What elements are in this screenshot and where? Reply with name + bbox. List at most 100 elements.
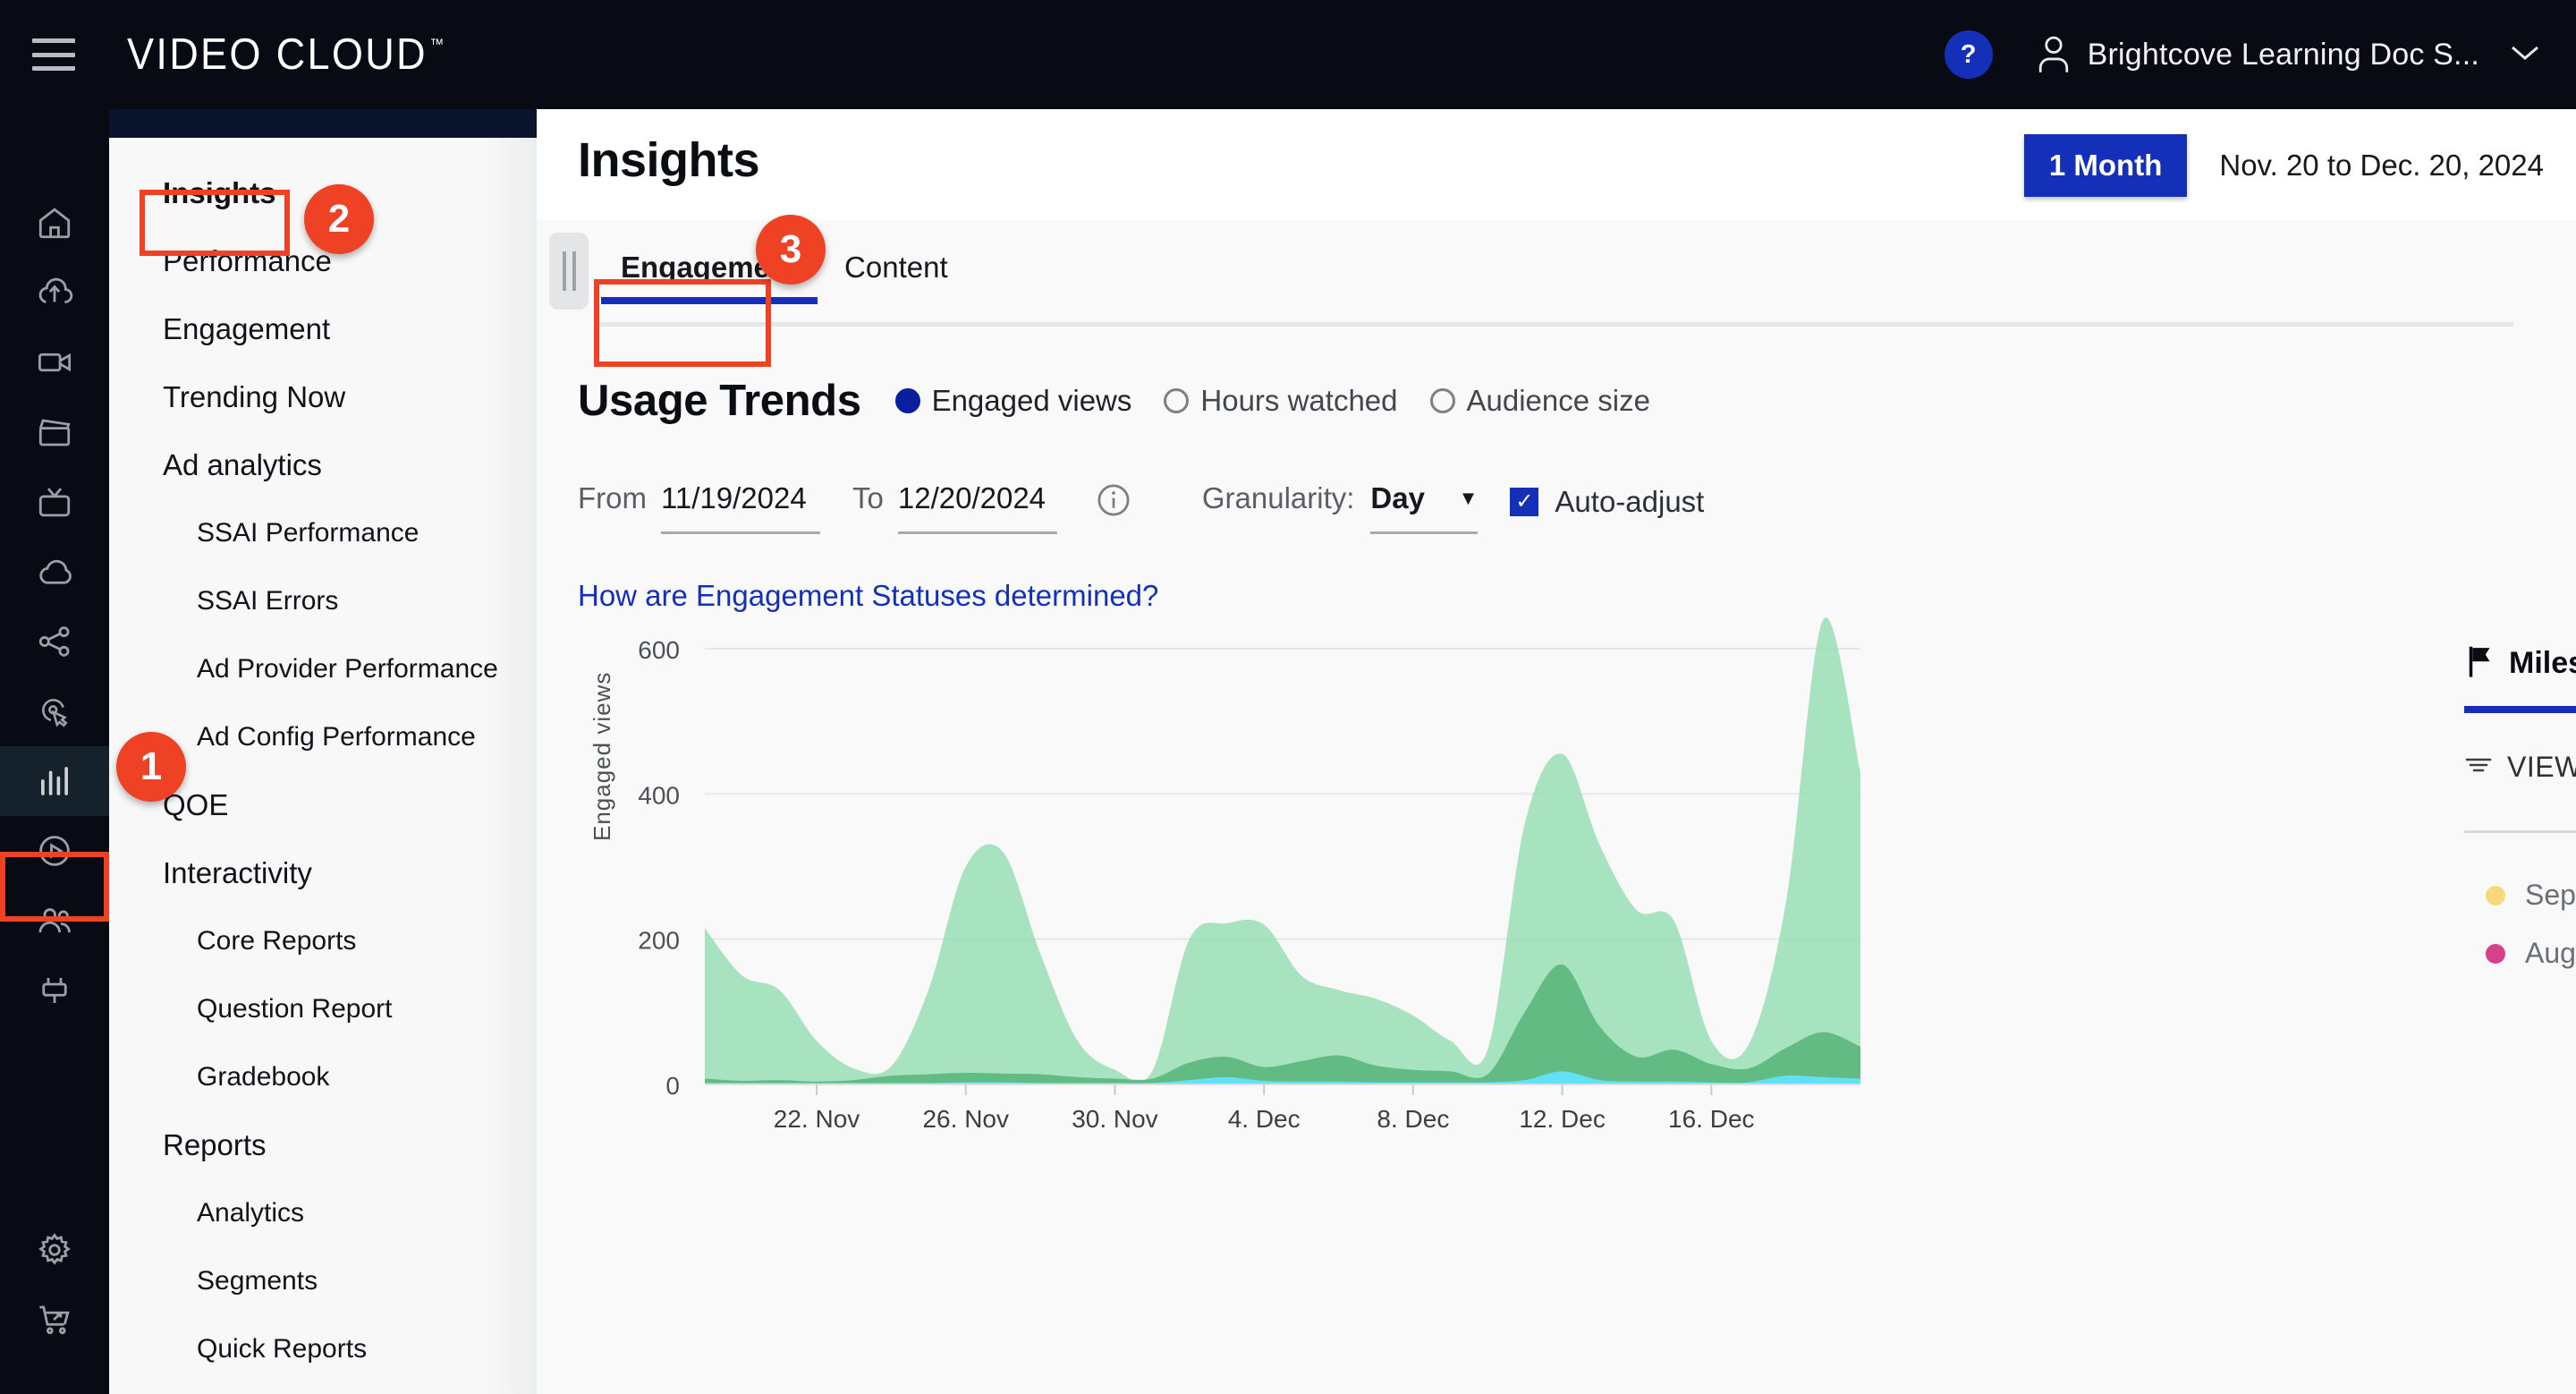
top-bar: VIDEO CLOUD ™ ? Brightcove Learning Doc S… xyxy=(0,0,2576,109)
milestones-header: Milestones (2) xyxy=(2464,644,2576,683)
sidebar-item-ad-provider-performance[interactable]: Ad Provider Performance xyxy=(109,635,537,703)
chevron-down-icon[interactable] xyxy=(2510,43,2540,67)
rail-clapperboard-icon[interactable] xyxy=(0,397,109,467)
rail-cart-upload-icon[interactable] xyxy=(0,1285,109,1355)
brand-tm: ™ xyxy=(429,36,446,53)
help-button[interactable]: ? xyxy=(1944,30,1993,79)
rail-tv-icon[interactable] xyxy=(0,467,109,537)
milestone-color-dot xyxy=(2486,885,2505,905)
rail-analytics-bars-icon[interactable] xyxy=(0,746,109,816)
svg-text:0: 0 xyxy=(665,1072,680,1100)
metric-radio-hours-watched[interactable]: Hours watched xyxy=(1151,384,1410,418)
sidebar-item-segments[interactable]: Segments xyxy=(109,1247,537,1315)
to-label: To xyxy=(852,481,884,514)
account-name[interactable]: Brightcove Learning Doc S... xyxy=(2088,38,2479,72)
sidebar-item-engagement[interactable]: Engagement xyxy=(109,295,537,363)
sidebar-item-quick-reports[interactable]: Quick Reports xyxy=(109,1315,537,1383)
rail-top-icons xyxy=(0,109,109,1025)
from-date-field[interactable]: From 11/19/2024 xyxy=(578,481,820,534)
sidebar-item-label: Gradebook xyxy=(197,1062,330,1092)
sidebar-item-interactivity[interactable]: Interactivity xyxy=(109,839,537,907)
sidebar-item-label: Analytics xyxy=(197,1198,305,1228)
filter-icon xyxy=(2464,754,2493,780)
svg-text:16. Dec: 16. Dec xyxy=(1668,1105,1755,1133)
milestones-panel: Milestones (2) + VIEW (5) 2023 Sep 14Lau… xyxy=(2464,644,2576,970)
rail-cloud-icon[interactable] xyxy=(0,537,109,607)
sidebar-item-question-report[interactable]: Question Report xyxy=(109,975,537,1043)
from-input[interactable]: 11/19/2024 xyxy=(661,481,820,534)
hamburger-line xyxy=(32,38,75,43)
milestone-color-dot xyxy=(2486,943,2505,964)
milestone-row[interactable]: Aug 28Test xyxy=(2464,937,2576,970)
to-input[interactable]: 12/20/2024 xyxy=(897,481,1057,534)
tab-bar: Engagement Content xyxy=(537,220,2576,327)
svg-text:30. Nov: 30. Nov xyxy=(1072,1105,1158,1133)
rail-upload-cloud-icon[interactable] xyxy=(0,258,109,327)
usage-trends-chart[interactable]: 0 200 400 600 22. Nov 26. Nov 30. Nov 4. Dec 8. … xyxy=(537,574,1932,1183)
handle-line xyxy=(562,251,566,291)
sidebar-item-label: Core Reports xyxy=(197,926,357,956)
page-title: Insights xyxy=(578,133,760,187)
rail-gear-icon[interactable] xyxy=(0,1215,109,1285)
granularity-value: Day xyxy=(1370,481,1425,514)
radio-dot-icon xyxy=(894,388,920,413)
sidebar-item-core-reports[interactable]: Core Reports xyxy=(109,907,537,975)
rail-users-icon[interactable] xyxy=(0,886,109,956)
milestone-date: Aug 28 xyxy=(2525,937,2576,969)
svg-text:200: 200 xyxy=(638,927,680,955)
sidebar-item-gradebook[interactable]: Gradebook xyxy=(109,1043,537,1111)
svg-text:8. Dec: 8. Dec xyxy=(1377,1105,1449,1133)
auto-adjust-label: Auto-adjust xyxy=(1555,485,1705,518)
rail-interactivity-touch-icon[interactable] xyxy=(0,676,109,746)
rail-plugin-icon[interactable] xyxy=(0,956,109,1025)
month-range-button[interactable]: 1 Month xyxy=(2023,134,2188,197)
sidebar-top-accent xyxy=(109,109,537,138)
sidebar-item-label: Quick Reports xyxy=(197,1334,368,1364)
rail-share-icon[interactable] xyxy=(0,607,109,676)
milestones-title: Milestones (2) xyxy=(2509,646,2576,680)
rail-home-icon[interactable] xyxy=(0,188,109,258)
check-icon: ✓ xyxy=(1515,489,1534,514)
auto-adjust-checkbox[interactable]: ✓ Auto-adjust xyxy=(1510,485,1704,519)
brand-logo[interactable]: VIDEO CLOUD ™ xyxy=(127,30,446,80)
tab-content[interactable]: Content xyxy=(821,233,971,304)
hamburger-line xyxy=(32,66,75,71)
panel-drag-handle-icon[interactable] xyxy=(549,233,589,310)
hamburger-menu-icon[interactable] xyxy=(32,38,75,71)
rail-video-camera-icon[interactable] xyxy=(0,327,109,397)
usage-trends-title: Usage Trends xyxy=(578,377,861,425)
metric-radio-label: Audience size xyxy=(1466,384,1650,417)
sidebar-item-trending-now[interactable]: Trending Now xyxy=(109,363,537,431)
sidebar-item-label: Question Report xyxy=(197,994,393,1024)
sidebar-footer-note: Looking for the utilization xyxy=(109,1383,537,1394)
sidebar-item-label: Insights xyxy=(163,176,276,209)
milestone-row[interactable]: Sep 14Launch xyxy=(2464,879,2576,912)
sidebar-item-analytics[interactable]: Analytics xyxy=(109,1179,537,1247)
usage-trends-header: Usage Trends Engaged views Hours watched A… xyxy=(537,324,2576,426)
radio-dot-icon xyxy=(1164,388,1190,413)
metric-radio-engaged-views[interactable]: Engaged views xyxy=(883,384,1145,418)
flag-icon xyxy=(2464,644,2495,683)
sidebar-item-ssai-performance[interactable]: SSAI Performance xyxy=(109,499,537,567)
sidebar-item-reports[interactable]: Reports xyxy=(109,1111,537,1179)
granularity-control: Granularity: Day ▼ ✓ Auto-adjust xyxy=(1201,481,1704,534)
avatar-person-icon xyxy=(2036,34,2072,75)
metric-radio-audience-size[interactable]: Audience size xyxy=(1418,384,1663,418)
sidebar-item-label: Trending Now xyxy=(163,380,346,413)
callout-badge-2: 2 xyxy=(304,184,374,254)
sidebar-item-ssai-errors[interactable]: SSAI Errors xyxy=(109,567,537,635)
milestones-view-label: VIEW (5) xyxy=(2507,751,2576,783)
granularity-label: Granularity: xyxy=(1201,481,1355,514)
sidebar-item-label: Performance xyxy=(163,244,332,277)
metric-radio-group: Engaged views Hours watched Audience size xyxy=(883,384,1663,418)
info-circle-icon[interactable] xyxy=(1095,481,1132,523)
year-line-left xyxy=(2464,829,2576,833)
tab-label: Content xyxy=(844,251,948,284)
milestones-view-filter[interactable]: VIEW (5) xyxy=(2464,751,2576,784)
granularity-select[interactable]: Day ▼ xyxy=(1370,481,1479,534)
svg-text:26. Nov: 26. Nov xyxy=(922,1105,1009,1133)
callout-badge-1: 1 xyxy=(116,732,186,802)
sidebar-item-ad-analytics[interactable]: Ad analytics xyxy=(109,431,537,499)
rail-play-circle-icon[interactable] xyxy=(0,816,109,886)
to-date-field[interactable]: To 12/20/2024 xyxy=(852,481,1057,534)
